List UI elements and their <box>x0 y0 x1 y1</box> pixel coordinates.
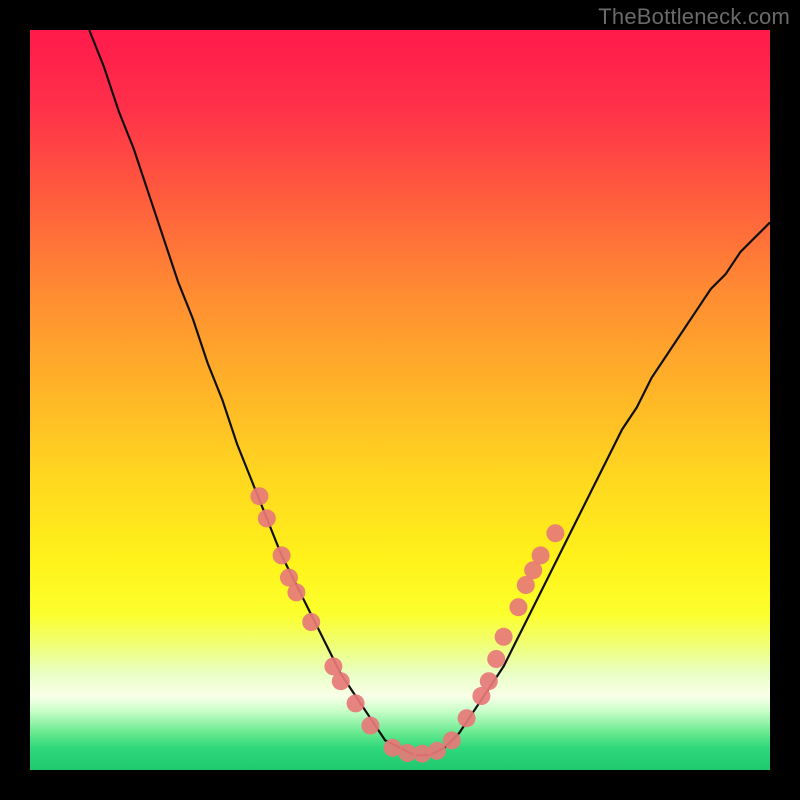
data-dot <box>495 628 513 646</box>
data-dot <box>361 717 379 735</box>
data-dots <box>250 487 564 763</box>
data-dot <box>532 546 550 564</box>
data-dot <box>332 672 350 690</box>
data-dot <box>302 613 320 631</box>
bottleneck-curve <box>89 30 770 755</box>
data-dot <box>546 524 564 542</box>
data-dot <box>250 487 268 505</box>
data-dot <box>458 709 476 727</box>
watermark-text: TheBottleneck.com <box>598 4 790 30</box>
data-dot <box>480 672 498 690</box>
data-dot <box>487 650 505 668</box>
data-dot <box>443 731 461 749</box>
data-dot <box>273 546 291 564</box>
data-dot <box>509 598 527 616</box>
curve-layer <box>30 30 770 770</box>
data-dot <box>258 509 276 527</box>
data-dot <box>428 742 446 760</box>
chart-frame: TheBottleneck.com <box>0 0 800 800</box>
plot-area <box>30 30 770 770</box>
data-dot <box>287 583 305 601</box>
data-dot <box>347 694 365 712</box>
